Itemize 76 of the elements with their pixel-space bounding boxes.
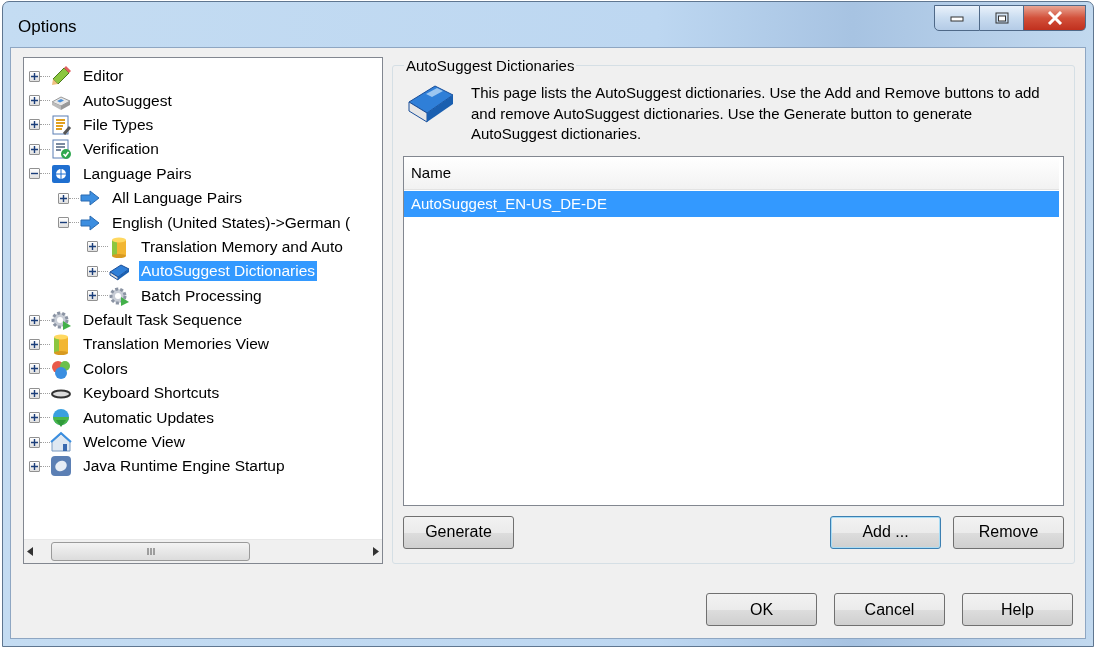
minimize-icon [950,14,964,22]
plus-icon [31,145,38,153]
plus-icon [31,462,38,470]
plus-icon [31,97,38,105]
tree-item[interactable]: Keyboard Shortcuts [81,383,222,404]
expand-toggle[interactable] [29,70,40,82]
plus-icon [89,243,96,251]
tree-item[interactable]: English (United States)->German ( [110,212,353,233]
horizontal-scrollbar[interactable] [24,539,382,563]
description-text: This page lists the AutoSuggest dictionaries. Use the Add and Remove buttons to add and remove AutoSuggest dictionaries. Use the Generate button to generate AutoSuggest dictionaries. [471,83,1041,144]
dialog-button[interactable]: Help [962,593,1073,626]
house-icon [50,431,72,454]
document-icon [50,113,72,136]
plus-icon [31,438,38,446]
plus-icon [31,121,38,129]
dialog-button[interactable]: OK [706,593,817,626]
tree-item[interactable]: All Language Pairs [110,188,245,209]
tree-item[interactable]: Verification [81,139,161,160]
plus-icon [31,72,38,80]
expand-toggle[interactable] [29,119,40,131]
plus-icon [89,292,96,300]
group-title: AutoSuggest Dictionaries [405,57,576,74]
tree-item[interactable]: Java Runtime Engine Startup [81,456,287,477]
expand-toggle[interactable] [58,217,69,229]
leaf-icon [50,455,72,478]
tree-item[interactable]: AutoSuggest [81,90,174,111]
expand-toggle[interactable] [29,168,40,180]
expand-toggle[interactable] [87,241,98,253]
plus-icon [31,316,38,324]
globe-icon [50,406,72,429]
expand-toggle[interactable] [29,387,40,399]
scroll-right-icon [373,547,379,556]
expand-toggle[interactable] [29,314,40,326]
grip-icon [146,548,155,555]
minimize-button[interactable] [934,5,980,31]
expand-toggle[interactable] [29,436,40,448]
expand-toggle[interactable] [29,95,40,107]
tree-item[interactable]: Editor [81,66,126,87]
expand-toggle[interactable] [29,143,40,155]
tree-item[interactable]: Colors [81,358,130,379]
plus-icon [31,365,38,373]
expand-toggle[interactable] [29,460,40,472]
tree-item[interactable]: Automatic Updates [81,407,216,428]
expand-toggle[interactable] [29,363,40,375]
maximize-button[interactable] [980,5,1024,31]
plus-icon [31,414,38,422]
expand-toggle[interactable] [87,290,98,302]
tree-item[interactable]: Language Pairs [81,163,194,184]
dialog-button[interactable]: Add ... [830,515,941,549]
close-icon [1046,11,1063,25]
tree-item[interactable]: Translation Memories View [81,334,272,355]
tree-item[interactable]: Welcome View [81,432,187,453]
tree-item[interactable]: File Types [81,114,156,135]
dialog-button[interactable]: Generate [403,515,514,549]
globe-icon [50,162,72,185]
checklist-icon [50,138,72,161]
close-button[interactable] [1024,5,1086,31]
plus-icon [31,389,38,397]
plus-icon [31,341,38,348]
gear-icon [50,309,72,332]
pencil-icon [50,65,72,88]
expand-toggle[interactable] [29,412,40,424]
plus-icon [60,194,67,202]
maximize-icon [994,12,1009,24]
expand-toggle[interactable] [58,192,69,204]
tree-item[interactable]: Translation Memory and Auto [139,236,345,257]
tree-item[interactable]: Default Task Sequence [81,310,245,331]
dialog-button[interactable]: Remove [953,515,1064,549]
dialog-button[interactable]: Cancel [834,593,945,626]
window-title: Options [18,17,77,37]
expand-toggle[interactable] [29,339,40,350]
tree-item[interactable]: Batch Processing [139,285,264,306]
expand-toggle[interactable] [87,265,98,277]
plus-icon [89,267,96,275]
scroll-left-icon [27,547,33,556]
scroll-thumb[interactable] [51,542,250,561]
